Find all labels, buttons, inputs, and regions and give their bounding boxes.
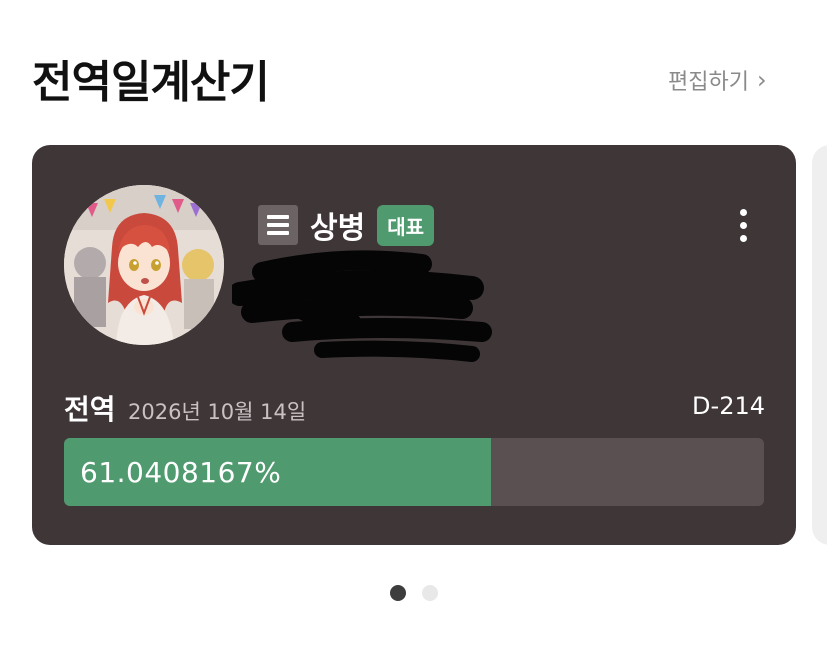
discharge-date: 2026년 10월 14일 — [128, 400, 307, 424]
dday-counter: D-214 — [692, 392, 765, 420]
edit-link[interactable]: 편집하기 › — [668, 64, 767, 96]
next-card-peek[interactable] — [812, 145, 827, 545]
representative-badge: 대표 — [377, 204, 435, 246]
avatar — [64, 185, 224, 345]
more-options-icon[interactable] — [728, 205, 758, 245]
redacted-name — [228, 250, 492, 374]
service-row: 전역 2026년 10월 14일 D-214 — [64, 388, 765, 428]
progress-bar: 61.0408167% — [64, 438, 764, 506]
edit-label: 편집하기 — [668, 70, 749, 95]
rank-label: 상병 — [310, 211, 366, 246]
pager — [390, 585, 438, 601]
rank-insignia-icon — [258, 205, 298, 245]
discharge-card[interactable]: 상병 대표 전역 2026년 10월 14일 D-214 61.0408167% — [32, 145, 796, 545]
chevron-right-icon: › — [756, 66, 767, 94]
service-label: 전역 — [64, 393, 116, 426]
rank-row: 상병 대표 — [258, 203, 435, 247]
pager-dot[interactable] — [390, 585, 406, 601]
pager-dot[interactable] — [422, 585, 438, 601]
page-title: 전역일계산기 — [32, 57, 270, 108]
progress-percent: 61.0408167% — [80, 456, 282, 489]
